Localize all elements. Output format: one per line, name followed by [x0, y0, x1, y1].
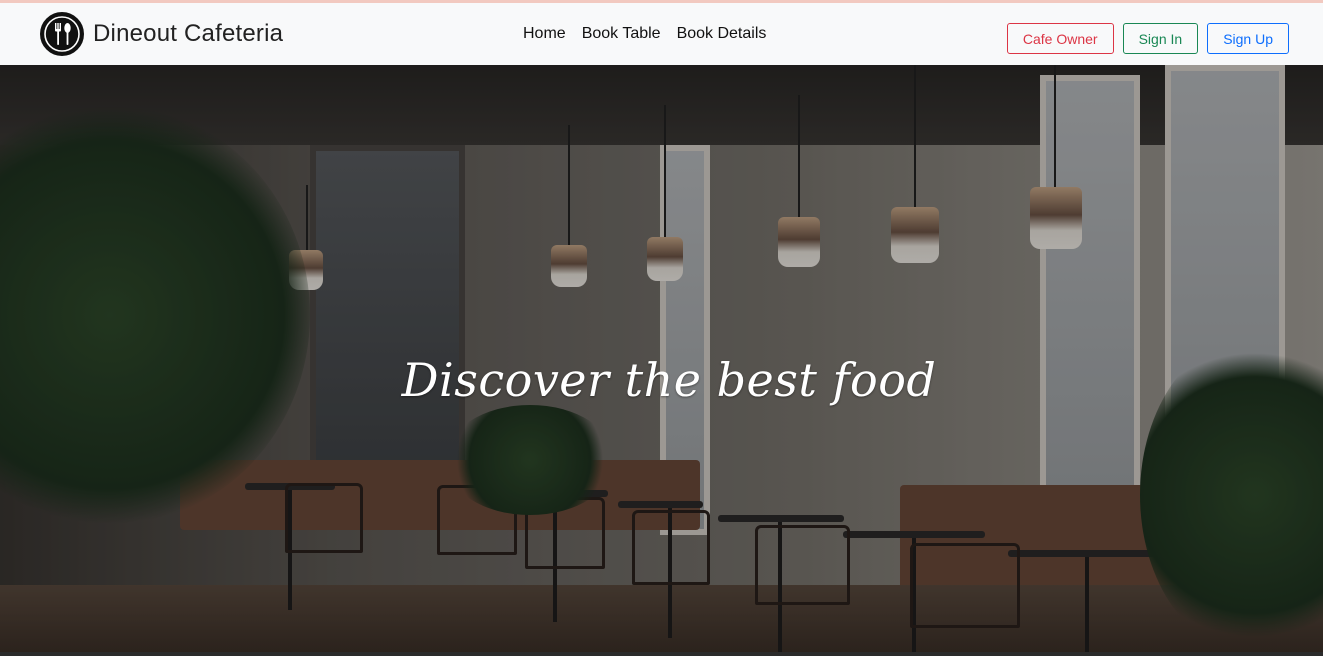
nav-home[interactable]: Home	[515, 25, 574, 43]
brand-name: Dineout Cafeteria	[93, 20, 284, 47]
hero-title: Discover the best food	[401, 353, 937, 407]
bottom-edge	[0, 652, 1323, 656]
hero-banner: Discover the best food	[0, 65, 1323, 656]
main-nav: Home Book Table Book Details	[515, 3, 774, 65]
navbar: Dineout Cafeteria Home Book Table Book D…	[0, 3, 1323, 65]
nav-book-details[interactable]: Book Details	[669, 25, 775, 43]
brand-link[interactable]: Dineout Cafeteria	[40, 11, 283, 57]
cafe-owner-button[interactable]: Cafe Owner	[1006, 23, 1114, 54]
sign-up-button[interactable]: Sign Up	[1207, 23, 1289, 54]
nav-book-table[interactable]: Book Table	[574, 25, 669, 43]
fork-spoon-icon	[40, 12, 84, 56]
auth-buttons: Cafe Owner Sign In Sign Up	[1006, 23, 1289, 54]
sign-in-button[interactable]: Sign In	[1122, 23, 1199, 54]
